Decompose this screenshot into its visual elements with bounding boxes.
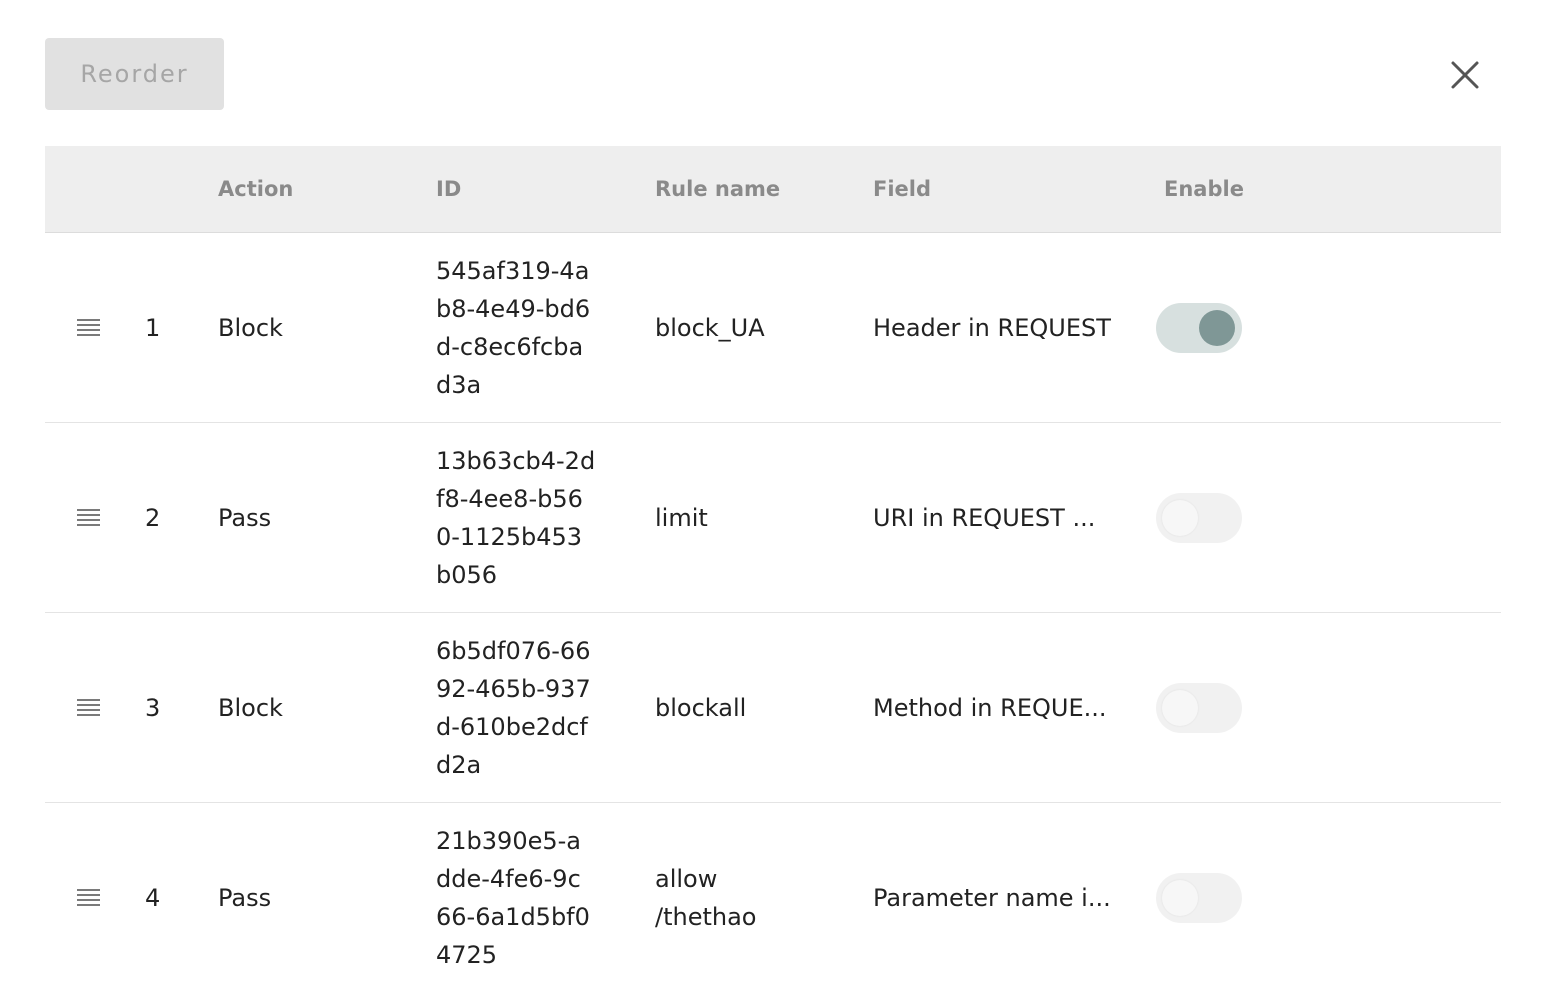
enable-cell: [1156, 613, 1242, 802]
drag-handle-icon: [77, 509, 100, 526]
rule-action: Block: [218, 693, 283, 722]
toggle-knob: [1199, 309, 1235, 346]
rule-name: block_UA: [655, 313, 765, 342]
drag-handle-icon: [77, 319, 100, 336]
table-header: Action ID Rule name Field Enable: [45, 146, 1501, 233]
table-row[interactable]: 2 Pass 13b63cb4-2df8-4ee8-b560-1125b453b…: [45, 423, 1501, 613]
table-row[interactable]: 3 Block 6b5df076-6692-465b-937d-610be2dc…: [45, 613, 1501, 803]
reorder-button[interactable]: Reorder: [45, 38, 224, 110]
rule-id: 21b390e5-adde-4fe6-9c66-6a1d5bf04725: [436, 826, 590, 969]
enable-toggle[interactable]: [1156, 682, 1242, 733]
rule-id: 6b5df076-6692-465b-937d-610be2dcfd2a: [436, 636, 591, 779]
enable-toggle[interactable]: [1156, 302, 1242, 353]
enable-cell: [1156, 423, 1242, 612]
close-button[interactable]: [1440, 50, 1490, 100]
toggle-knob: [1162, 499, 1198, 536]
rule-field: Parameter name i...: [873, 883, 1111, 912]
row-number: 4: [145, 883, 161, 912]
column-header-enable: Enable: [1164, 177, 1244, 201]
column-header-action: Action: [218, 177, 294, 201]
close-icon: [1451, 61, 1479, 89]
drag-handle-icon: [77, 699, 100, 716]
reorder-rules-dialog: Reorder Action ID Rule name Field Enable…: [0, 0, 1542, 984]
row-number: 1: [145, 313, 161, 342]
rule-action: Pass: [218, 883, 272, 912]
enable-toggle[interactable]: [1156, 872, 1242, 923]
rule-name: allow /thethao: [655, 864, 757, 931]
rule-id: 13b63cb4-2df8-4ee8-b560-1125b453b056: [436, 446, 596, 589]
rule-name: blockall: [655, 693, 747, 722]
rule-field: URI in REQUEST ...: [873, 503, 1096, 532]
rule-field: Header in REQUEST: [873, 313, 1111, 342]
toggle-knob: [1162, 879, 1198, 916]
enable-cell: [1156, 233, 1242, 422]
column-header-field: Field: [873, 177, 932, 201]
table-row[interactable]: 4 Pass 21b390e5-adde-4fe6-9c66-6a1d5bf04…: [45, 803, 1501, 984]
row-number: 2: [145, 503, 161, 532]
drag-handle-icon: [77, 889, 100, 906]
drag-handle[interactable]: [77, 613, 103, 802]
rule-action: Pass: [218, 503, 272, 532]
drag-handle[interactable]: [77, 233, 103, 422]
rule-id: 545af319-4ab8-4e49-bd6d-c8ec6fcbad3a: [436, 256, 591, 399]
column-header-id: ID: [436, 177, 462, 201]
drag-handle[interactable]: [77, 423, 103, 612]
table-row[interactable]: 1 Block 545af319-4ab8-4e49-bd6d-c8ec6fcb…: [45, 233, 1501, 423]
column-header-rule-name: Rule name: [655, 177, 781, 201]
rule-name: limit: [655, 503, 708, 532]
row-number: 3: [145, 693, 161, 722]
rule-action: Block: [218, 313, 283, 342]
toggle-knob: [1162, 689, 1198, 726]
rules-table: Action ID Rule name Field Enable 1 Block…: [45, 146, 1501, 984]
enable-toggle[interactable]: [1156, 492, 1242, 543]
enable-cell: [1156, 803, 1242, 984]
drag-handle[interactable]: [77, 803, 103, 984]
rule-field: Method in REQUE...: [873, 693, 1107, 722]
